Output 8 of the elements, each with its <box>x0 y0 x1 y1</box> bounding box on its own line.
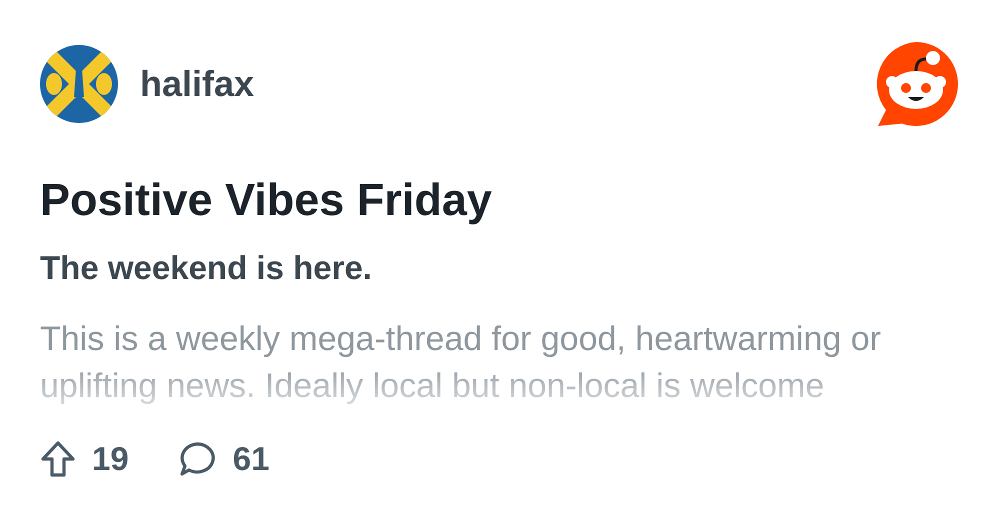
post-subtitle: The weekend is here. <box>40 248 373 288</box>
community-name[interactable]: halifax <box>140 63 254 105</box>
upvote-icon[interactable] <box>40 440 76 478</box>
post-title: Positive Vibes Friday <box>40 174 493 226</box>
upvote-count: 19 <box>92 440 129 478</box>
post-body: This is a weekly mega-thread for good, heartwarming or uplifting news. Ideally local but non-local is welcome <box>40 319 882 407</box>
comment-count: 61 <box>232 440 270 478</box>
comment-icon[interactable] <box>178 441 217 477</box>
